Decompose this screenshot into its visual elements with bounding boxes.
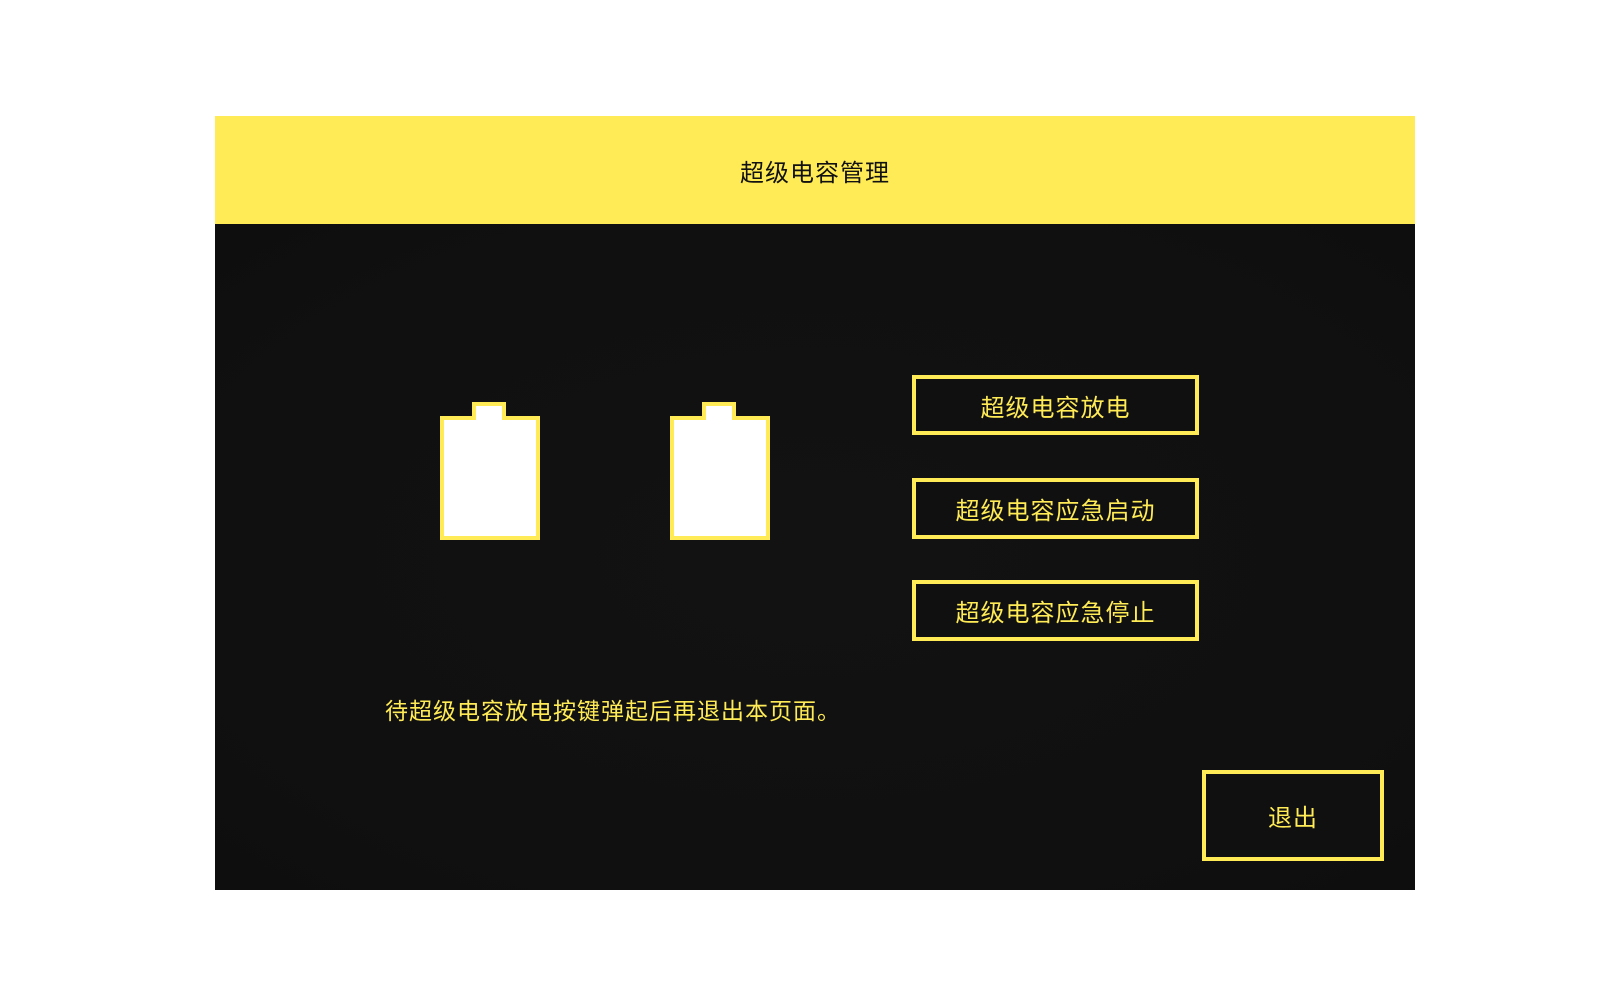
discharge-notice-text: 待超级电容放电按键弹起后再退出本页面。 — [385, 699, 841, 725]
supercap-emergency-stop-button[interactable]: 超级电容应急停止 — [912, 580, 1199, 641]
header-bar: 超级电容管理 — [215, 116, 1415, 224]
battery-icon — [440, 402, 540, 542]
content-area: 超级电容放电 超级电容应急启动 超级电容应急停止 待超级电容放电按键弹起后再退出… — [215, 224, 1415, 890]
supercap-discharge-button[interactable]: 超级电容放电 — [912, 375, 1199, 435]
battery-body — [670, 416, 770, 540]
supercap-management-panel: 超级电容管理 超级电容放电 超级电容应急启动 超级电容应急停止 待超级电容放电按… — [215, 116, 1415, 890]
supercap-emergency-start-button[interactable]: 超级电容应急启动 — [912, 478, 1199, 539]
page-title: 超级电容管理 — [740, 158, 890, 187]
battery-body — [440, 416, 540, 540]
battery-icon — [670, 402, 770, 542]
exit-button[interactable]: 退出 — [1202, 770, 1384, 861]
